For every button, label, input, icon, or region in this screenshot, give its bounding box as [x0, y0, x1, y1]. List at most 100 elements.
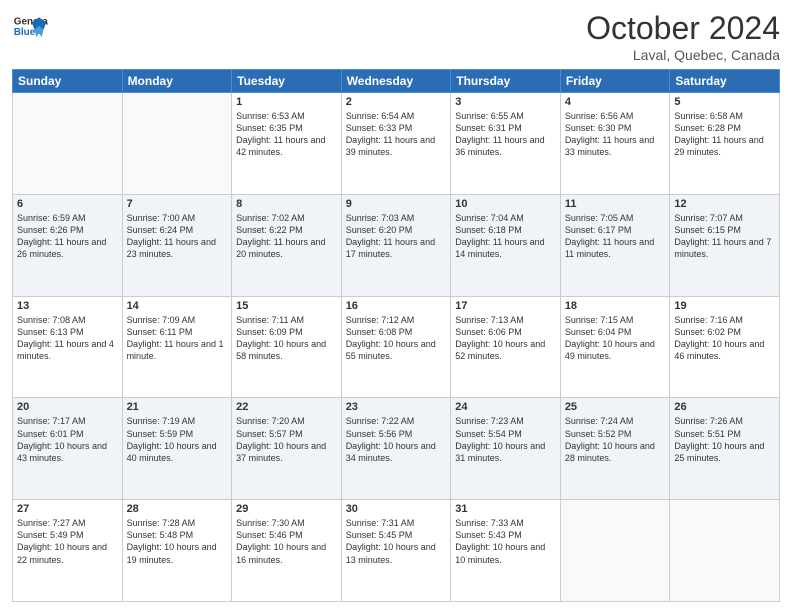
- day-info: Sunrise: 6:53 AM Sunset: 6:35 PM Dayligh…: [236, 110, 337, 159]
- day-number: 25: [565, 401, 666, 413]
- day-cell: 14 Sunrise: 7:09 AM Sunset: 6:11 PM Dayli…: [122, 296, 232, 398]
- day-info: Sunrise: 7:27 AM Sunset: 5:49 PM Dayligh…: [17, 517, 118, 566]
- week-row-5: 27 Sunrise: 7:27 AM Sunset: 5:49 PM Dayli…: [13, 500, 780, 602]
- day-cell: 3 Sunrise: 6:55 AM Sunset: 6:31 PM Daylig…: [451, 93, 561, 195]
- week-row-4: 20 Sunrise: 7:17 AM Sunset: 6:01 PM Dayli…: [13, 398, 780, 500]
- day-info: Sunrise: 7:17 AM Sunset: 6:01 PM Dayligh…: [17, 415, 118, 464]
- day-info: Sunrise: 7:31 AM Sunset: 5:45 PM Dayligh…: [346, 517, 447, 566]
- day-cell: 27 Sunrise: 7:27 AM Sunset: 5:49 PM Dayli…: [13, 500, 123, 602]
- day-info: Sunrise: 6:59 AM Sunset: 6:26 PM Dayligh…: [17, 212, 118, 261]
- day-number: 17: [455, 300, 556, 312]
- day-info: Sunrise: 7:30 AM Sunset: 5:46 PM Dayligh…: [236, 517, 337, 566]
- day-cell: 24 Sunrise: 7:23 AM Sunset: 5:54 PM Dayli…: [451, 398, 561, 500]
- day-info: Sunrise: 7:28 AM Sunset: 5:48 PM Dayligh…: [127, 517, 228, 566]
- day-info: Sunrise: 7:02 AM Sunset: 6:22 PM Dayligh…: [236, 212, 337, 261]
- col-header-friday: Friday: [560, 70, 670, 93]
- day-number: 14: [127, 300, 228, 312]
- day-cell: 4Sunrise: 6:56 AM Sunset: 6:30 PM Daylig…: [560, 93, 670, 195]
- logo-icon: General Blue: [12, 10, 48, 46]
- day-cell: 12 Sunrise: 7:07 AM Sunset: 6:15 PM Dayli…: [670, 194, 780, 296]
- day-info: Sunrise: 7:20 AM Sunset: 5:57 PM Dayligh…: [236, 415, 337, 464]
- day-cell: 26Sunrise: 7:26 AM Sunset: 5:51 PM Dayli…: [670, 398, 780, 500]
- day-number: 9: [346, 198, 447, 210]
- day-number: 12: [674, 198, 775, 210]
- day-cell: 23 Sunrise: 7:22 AM Sunset: 5:56 PM Dayli…: [341, 398, 451, 500]
- col-header-thursday: Thursday: [451, 70, 561, 93]
- day-number: 4: [565, 96, 666, 108]
- day-number: 28: [127, 503, 228, 515]
- day-cell: 1 Sunrise: 6:53 AM Sunset: 6:35 PM Daylig…: [232, 93, 342, 195]
- day-cell: 19 Sunrise: 7:16 AM Sunset: 6:02 PM Dayli…: [670, 296, 780, 398]
- day-number: 8: [236, 198, 337, 210]
- day-cell: 13Sunrise: 7:08 AM Sunset: 6:13 PM Dayli…: [13, 296, 123, 398]
- day-number: 30: [346, 503, 447, 515]
- day-cell: 20 Sunrise: 7:17 AM Sunset: 6:01 PM Dayli…: [13, 398, 123, 500]
- day-cell: 25Sunrise: 7:24 AM Sunset: 5:52 PM Dayli…: [560, 398, 670, 500]
- day-cell: 21 Sunrise: 7:19 AM Sunset: 5:59 PM Dayli…: [122, 398, 232, 500]
- day-number: 1: [236, 96, 337, 108]
- day-info: Sunrise: 7:22 AM Sunset: 5:56 PM Dayligh…: [346, 415, 447, 464]
- day-cell: 11 Sunrise: 7:05 AM Sunset: 6:17 PM Dayli…: [560, 194, 670, 296]
- location-subtitle: Laval, Quebec, Canada: [586, 47, 780, 63]
- week-row-3: 13Sunrise: 7:08 AM Sunset: 6:13 PM Dayli…: [13, 296, 780, 398]
- day-cell: 17 Sunrise: 7:13 AM Sunset: 6:06 PM Dayli…: [451, 296, 561, 398]
- day-info: Sunrise: 7:03 AM Sunset: 6:20 PM Dayligh…: [346, 212, 447, 261]
- day-number: 31: [455, 503, 556, 515]
- day-number: 20: [17, 401, 118, 413]
- day-cell: 29 Sunrise: 7:30 AM Sunset: 5:46 PM Dayli…: [232, 500, 342, 602]
- col-header-sunday: Sunday: [13, 70, 123, 93]
- day-info: Sunrise: 7:16 AM Sunset: 6:02 PM Dayligh…: [674, 314, 775, 363]
- day-number: 3: [455, 96, 556, 108]
- svg-text:Blue: Blue: [14, 27, 36, 38]
- day-number: 6: [17, 198, 118, 210]
- day-number: 5: [674, 96, 775, 108]
- day-number: 19: [674, 300, 775, 312]
- col-header-saturday: Saturday: [670, 70, 780, 93]
- day-cell: 18 Sunrise: 7:15 AM Sunset: 6:04 PM Dayli…: [560, 296, 670, 398]
- title-area: October 2024 Laval, Quebec, Canada: [586, 10, 780, 63]
- day-number: 2: [346, 96, 447, 108]
- day-info: Sunrise: 6:54 AM Sunset: 6:33 PM Dayligh…: [346, 110, 447, 159]
- day-info: Sunrise: 7:15 AM Sunset: 6:04 PM Dayligh…: [565, 314, 666, 363]
- page: General Blue October 2024 Laval, Quebec,…: [0, 0, 792, 612]
- day-info: Sunrise: 6:55 AM Sunset: 6:31 PM Dayligh…: [455, 110, 556, 159]
- day-info: Sunrise: 7:11 AM Sunset: 6:09 PM Dayligh…: [236, 314, 337, 363]
- day-info: Sunrise: 7:12 AM Sunset: 6:08 PM Dayligh…: [346, 314, 447, 363]
- day-cell: 15Sunrise: 7:11 AM Sunset: 6:09 PM Dayli…: [232, 296, 342, 398]
- day-number: 23: [346, 401, 447, 413]
- day-info: Sunrise: 7:09 AM Sunset: 6:11 PM Dayligh…: [127, 314, 228, 363]
- day-number: 24: [455, 401, 556, 413]
- day-number: 22: [236, 401, 337, 413]
- day-info: Sunrise: 7:26 AM Sunset: 5:51 PM Dayligh…: [674, 415, 775, 464]
- day-number: 11: [565, 198, 666, 210]
- day-info: Sunrise: 7:33 AM Sunset: 5:43 PM Dayligh…: [455, 517, 556, 566]
- day-cell: 22 Sunrise: 7:20 AM Sunset: 5:57 PM Dayli…: [232, 398, 342, 500]
- week-row-1: 1 Sunrise: 6:53 AM Sunset: 6:35 PM Daylig…: [13, 93, 780, 195]
- day-info: Sunrise: 7:00 AM Sunset: 6:24 PM Dayligh…: [127, 212, 228, 261]
- day-cell: 6 Sunrise: 6:59 AM Sunset: 6:26 PM Daylig…: [13, 194, 123, 296]
- month-title: October 2024: [586, 10, 780, 47]
- day-cell: 28 Sunrise: 7:28 AM Sunset: 5:48 PM Dayli…: [122, 500, 232, 602]
- day-cell: 9 Sunrise: 7:03 AM Sunset: 6:20 PM Daylig…: [341, 194, 451, 296]
- day-number: 16: [346, 300, 447, 312]
- day-number: 21: [127, 401, 228, 413]
- day-number: 18: [565, 300, 666, 312]
- day-number: 27: [17, 503, 118, 515]
- day-info: Sunrise: 6:58 AM Sunset: 6:28 PM Dayligh…: [674, 110, 775, 159]
- day-number: 13: [17, 300, 118, 312]
- day-info: Sunrise: 7:04 AM Sunset: 6:18 PM Dayligh…: [455, 212, 556, 261]
- day-info: Sunrise: 7:23 AM Sunset: 5:54 PM Dayligh…: [455, 415, 556, 464]
- day-number: 29: [236, 503, 337, 515]
- day-info: Sunrise: 7:19 AM Sunset: 5:59 PM Dayligh…: [127, 415, 228, 464]
- day-number: 10: [455, 198, 556, 210]
- day-cell: 5 Sunrise: 6:58 AM Sunset: 6:28 PM Daylig…: [670, 93, 780, 195]
- day-info: Sunrise: 7:05 AM Sunset: 6:17 PM Dayligh…: [565, 212, 666, 261]
- day-cell: [560, 500, 670, 602]
- calendar-table: SundayMondayTuesdayWednesdayThursdayFrid…: [12, 69, 780, 602]
- day-cell: 8 Sunrise: 7:02 AM Sunset: 6:22 PM Daylig…: [232, 194, 342, 296]
- day-info: Sunrise: 7:13 AM Sunset: 6:06 PM Dayligh…: [455, 314, 556, 363]
- header: General Blue October 2024 Laval, Quebec,…: [12, 10, 780, 63]
- day-cell: 16 Sunrise: 7:12 AM Sunset: 6:08 PM Dayli…: [341, 296, 451, 398]
- day-cell: 2 Sunrise: 6:54 AM Sunset: 6:33 PM Daylig…: [341, 93, 451, 195]
- day-info: Sunrise: 7:07 AM Sunset: 6:15 PM Dayligh…: [674, 212, 775, 261]
